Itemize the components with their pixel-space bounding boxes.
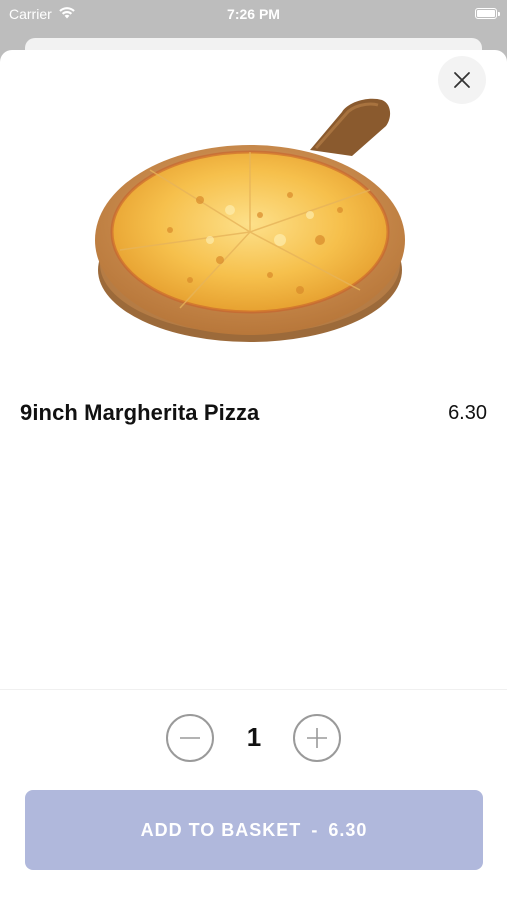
quantity-stepper: 1 [0,714,507,762]
battery-icon [475,8,500,19]
product-name: 9inch Margherita Pizza [20,400,260,425]
status-time: 7:26 PM [227,6,280,22]
divider [0,689,507,690]
quantity-value: 1 [246,722,262,752]
minus-icon [180,737,200,739]
add-to-basket-total: 6.30 [328,819,368,840]
close-button[interactable] [438,56,486,104]
increase-quantity-button[interactable] [293,714,341,762]
plus-icon [307,728,327,748]
close-icon [454,72,470,88]
add-to-basket-separator: - [311,819,319,840]
decrease-quantity-button[interactable] [166,714,214,762]
product-sheet: 9inch Margherita Pizza 6.30 1 ADD TO BAS… [0,50,507,900]
product-price: 6.30 [448,402,487,424]
status-bar: Carrier 7:26 PM [0,0,507,30]
add-to-basket-button[interactable]: ADD TO BASKET - 6.30 [25,790,483,870]
pizza-image [95,98,405,342]
add-to-basket-label: ADD TO BASKET [140,819,302,840]
